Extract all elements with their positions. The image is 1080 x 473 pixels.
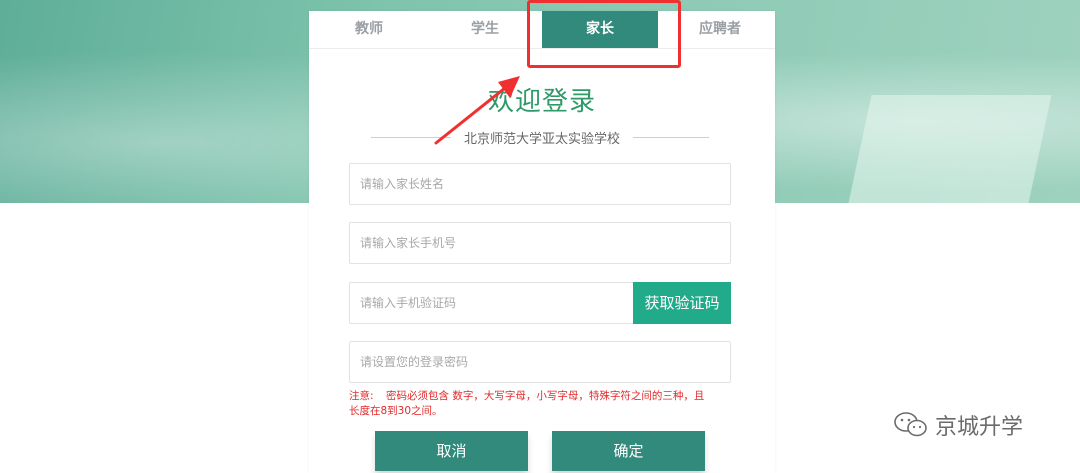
tab-parent[interactable]: 家长: [542, 11, 658, 48]
login-card: 教师 学生 家长 应聘者 欢迎登录 北京师范大学亚太实验学校 获取验证码 注意:…: [309, 11, 775, 473]
parent-phone-input[interactable]: [349, 222, 731, 264]
notice-label: 注意:: [349, 390, 374, 402]
parent-name-input[interactable]: [349, 163, 731, 205]
password-notice: 注意: 密码必须包含 数字，大写字母，小写字母，特殊字符之间的三种，且 长度在8到…: [349, 389, 729, 419]
school-divider-right: [633, 137, 709, 138]
notice-text-line1: 密码必须包含 数字，大写字母，小写字母，特殊字符之间的三种，且: [386, 390, 705, 402]
background-paper-decoration: [848, 95, 1052, 203]
tab-student[interactable]: 学生: [439, 11, 531, 48]
wechat-icon: [894, 412, 927, 437]
get-code-button[interactable]: 获取验证码: [633, 282, 731, 324]
notice-text-line2: 长度在8到30之间。: [349, 405, 443, 417]
password-input[interactable]: [349, 341, 731, 383]
cancel-button[interactable]: 取消: [375, 431, 528, 471]
tab-applicant[interactable]: 应聘者: [674, 11, 766, 48]
page-title: 欢迎登录: [487, 87, 596, 117]
watermark-text: 京城升学: [935, 415, 1024, 440]
confirm-button[interactable]: 确定: [552, 431, 705, 471]
verification-code-input[interactable]: [349, 282, 634, 324]
annotation-arrow-icon: [434, 76, 520, 145]
tab-teacher[interactable]: 教师: [323, 11, 415, 48]
role-tabs: 教师 学生 家长 应聘者: [309, 11, 775, 49]
watermark: 京城升学: [893, 408, 1023, 442]
